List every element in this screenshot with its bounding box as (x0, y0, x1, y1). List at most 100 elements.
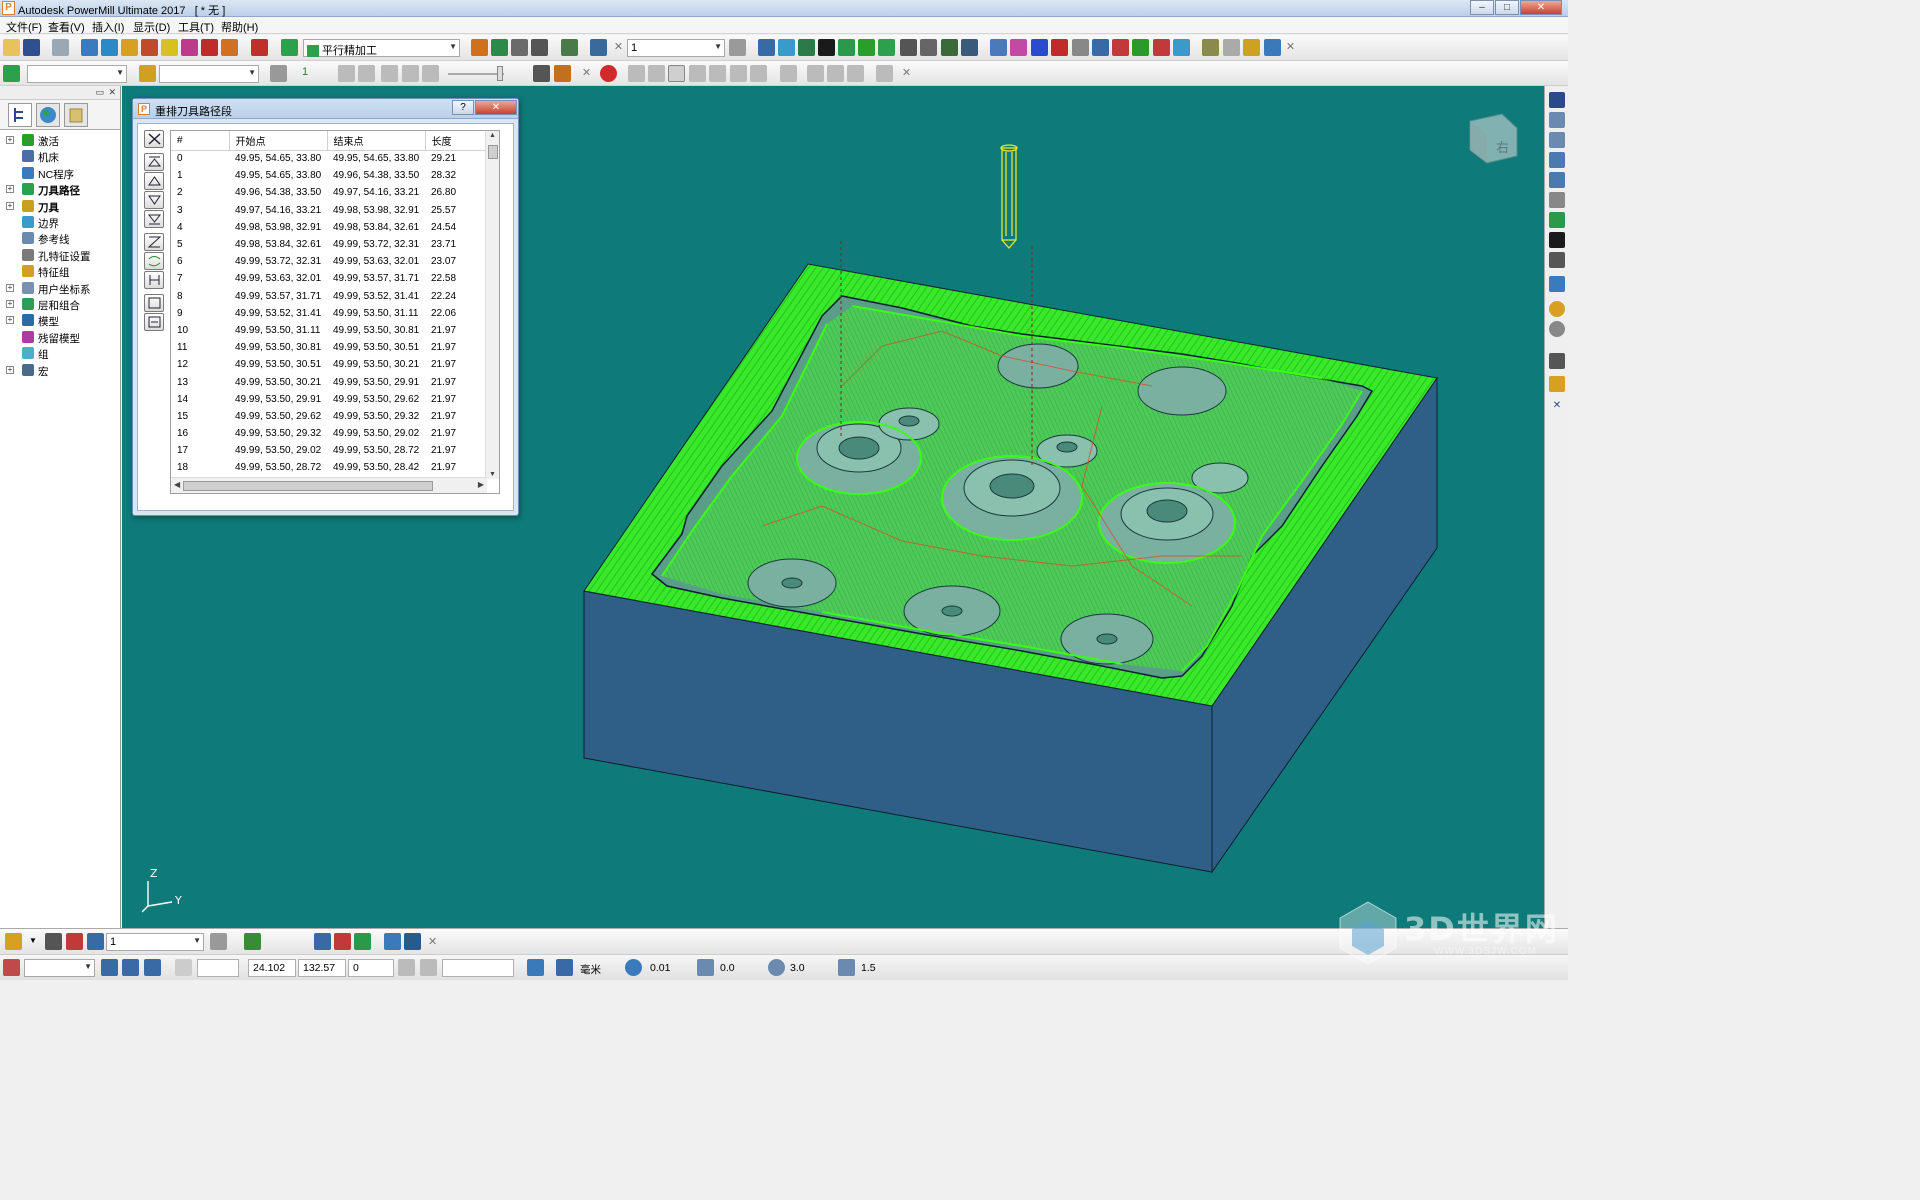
menu-display[interactable]: 显示(D) (133, 19, 170, 35)
select-mode-icon[interactable] (1549, 376, 1565, 392)
magnet-tool-icon[interactable] (5, 933, 22, 950)
table-row[interactable]: 16 49.99, 53.50, 29.32 49.99, 53.50, 29.02… (171, 425, 487, 442)
checker-tool-icon[interactable] (66, 933, 83, 950)
table-row[interactable]: 13 49.99, 53.50, 30.21 49.99, 53.50, 29.91… (171, 373, 487, 390)
thickness-value[interactable]: 0.0 (720, 962, 735, 974)
material-icon[interactable] (1549, 301, 1565, 317)
snap-icon[interactable] (3, 959, 20, 976)
scroll-up-icon[interactable]: ▲ (489, 132, 496, 139)
interleave-button[interactable] (144, 271, 164, 289)
sim-machine-icon[interactable] (554, 65, 571, 82)
list-icon[interactable] (900, 39, 917, 56)
verify-icon[interactable] (491, 39, 508, 56)
move-down-button[interactable] (144, 191, 164, 209)
units-icon[interactable] (527, 959, 544, 976)
open-project-icon[interactable] (3, 39, 20, 56)
table-row[interactable]: 12 49.99, 53.50, 30.51 49.99, 53.50, 30.21… (171, 356, 487, 373)
toolpath-strategy-icon[interactable] (281, 39, 298, 56)
leads-links-icon[interactable] (181, 39, 198, 56)
eraser-icon[interactable] (1153, 39, 1170, 56)
arrow-mode-icon[interactable] (668, 65, 685, 82)
tool-database-icon[interactable] (161, 39, 178, 56)
segment-table[interactable]: # 开始点 结束点 长度 0 49.95, 54.65, 33.80 49.95, … (170, 130, 500, 494)
plain-shade-icon[interactable] (878, 39, 895, 56)
coordinate-icon[interactable] (1092, 39, 1109, 56)
table-row[interactable]: 2 49.96, 54.38, 33.50 49.97, 54.16, 33.21 2… (171, 184, 487, 201)
tool-diameter-value[interactable]: 3.0 (790, 962, 805, 974)
scroll-left-icon[interactable]: ◀ (174, 480, 180, 489)
workplane-select[interactable]: 1 ▼ (627, 39, 725, 57)
view-right-icon[interactable] (1549, 132, 1565, 148)
ruler-icon[interactable] (398, 959, 415, 976)
fast-forward-icon[interactable] (422, 65, 439, 82)
speed-slider-handle[interactable] (497, 66, 503, 81)
cube-alt-icon[interactable] (122, 959, 139, 976)
view-rotate-icon[interactable] (778, 39, 795, 56)
axis-red-icon[interactable] (334, 933, 351, 950)
sim-wide-icon[interactable] (709, 65, 726, 82)
dialog-close-button[interactable]: ✕ (475, 100, 517, 115)
select-segments-button[interactable] (144, 294, 164, 312)
stepover-value[interactable]: 1.5 (861, 962, 876, 974)
view-top-icon[interactable] (1549, 112, 1565, 128)
table-row[interactable]: 1 49.95, 54.65, 33.80 49.96, 54.38, 33.50 2… (171, 167, 487, 184)
end-point-icon[interactable] (221, 39, 238, 56)
dimension-icon[interactable] (420, 959, 437, 976)
calculate-icon[interactable] (471, 39, 488, 56)
cube-frame-icon[interactable] (144, 959, 161, 976)
analyze-icon[interactable] (1202, 39, 1219, 56)
toolbar-close-icon[interactable]: ✕ (1282, 39, 1299, 56)
cursor-icon[interactable] (1549, 353, 1565, 369)
bottom-toolbar-close-icon[interactable]: ✕ (428, 935, 437, 948)
rainbow-icon[interactable] (648, 65, 665, 82)
toolbar-close-icon[interactable]: ✕ (610, 39, 627, 56)
reverse-order-button[interactable] (144, 233, 164, 251)
expand-toggle-icon[interactable]: + (6, 201, 14, 210)
pen-icon[interactable] (1132, 39, 1149, 56)
clipboard-icon[interactable] (920, 39, 937, 56)
table-row[interactable]: 3 49.97, 54.16, 33.21 49.98, 53.98, 32.91 2… (171, 202, 487, 219)
menu-file[interactable]: 文件(F) (6, 19, 42, 35)
workplane-select-icon[interactable] (87, 933, 104, 950)
workplane-tool-icon[interactable] (1264, 39, 1281, 56)
minimize-button[interactable]: – (1470, 0, 1494, 15)
axis-tool-icon[interactable] (314, 933, 331, 950)
bottom-workplane-select[interactable]: 1 ▼ (106, 933, 204, 951)
menu-insert[interactable]: 插入(I) (92, 19, 124, 35)
sim-refresh-icon[interactable] (827, 65, 844, 82)
stock-model-tool-icon[interactable] (729, 39, 746, 56)
snap-select[interactable]: ▼ (24, 959, 95, 977)
toolpath-view-icon[interactable] (990, 39, 1007, 56)
feeds-speeds-icon[interactable] (121, 39, 138, 56)
tool-x-icon[interactable] (961, 39, 978, 56)
pin-icon[interactable] (1223, 39, 1240, 56)
column-header-end[interactable]: 结束点 (327, 131, 426, 151)
menu-help[interactable]: 帮助(H) (221, 19, 258, 35)
panel-close-icon[interactable]: ✕ (108, 87, 116, 98)
speed-slider[interactable] (448, 73, 504, 75)
shade-mode-icon[interactable] (628, 65, 645, 82)
save-project-icon[interactable] (23, 39, 40, 56)
boundary-view-icon[interactable] (1051, 39, 1068, 56)
step-back-icon[interactable] (358, 65, 375, 82)
expand-toggle-icon[interactable]: + (6, 136, 14, 144)
reverse-direction-button[interactable] (144, 252, 164, 270)
pen-tool-icon[interactable] (384, 933, 401, 950)
drive-icon[interactable] (1173, 39, 1190, 56)
rapid-move-icon[interactable] (101, 39, 118, 56)
table-row[interactable]: 4 49.98, 53.98, 32.91 49.98, 53.84, 32.61 2… (171, 219, 487, 236)
maximize-button[interactable]: □ (1495, 0, 1519, 15)
sim-view-icon[interactable] (533, 65, 550, 82)
column-header-length[interactable]: 长度 (425, 131, 488, 151)
zoom-box-icon[interactable] (1549, 252, 1565, 268)
view-iso-right-icon[interactable] (1549, 172, 1565, 188)
step-forward-icon[interactable] (402, 65, 419, 82)
table-row[interactable]: 7 49.99, 53.63, 32.01 49.99, 53.57, 31.71 2… (171, 270, 487, 287)
simulate-icon[interactable] (251, 39, 268, 56)
vertical-scroll-thumb[interactable] (488, 145, 498, 159)
move-up-button[interactable] (144, 172, 164, 190)
start-point-icon[interactable] (201, 39, 218, 56)
scale-icon[interactable] (556, 959, 573, 976)
expand-toggle-icon[interactable]: + (6, 365, 14, 374)
move-to-top-button[interactable] (144, 153, 164, 171)
